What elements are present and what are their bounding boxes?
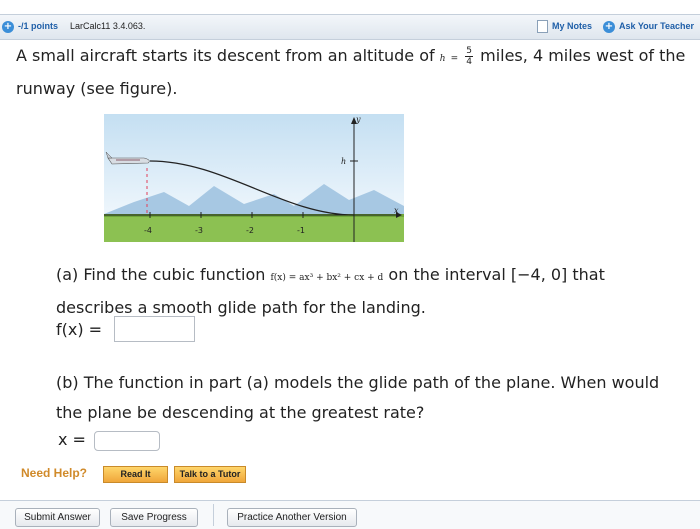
h-label: h [341,157,346,166]
tick-label-neg3: -3 [195,226,203,235]
practice-another-version-button[interactable]: Practice Another Version [227,508,357,527]
submit-answer-button[interactable]: Submit Answer [15,508,100,527]
part-b-answer-input[interactable] [94,431,160,451]
my-notes-link[interactable]: My Notes [552,21,592,31]
expand-plus-icon[interactable]: + [2,21,14,33]
intro-text-before: A small aircraft starts its descent from… [16,46,435,65]
fraction-denominator: 4 [466,57,473,67]
part-a-answer-label: f(x) = [56,320,103,339]
part-b-prompt: (b) The function in part (a) models the … [56,373,660,422]
problem-id: LarCalc11 3.4.063. [70,21,146,31]
save-progress-button[interactable]: Save Progress [110,508,198,527]
need-help-label: Need Help? [21,466,88,480]
h-variable: h [439,54,446,64]
talk-to-tutor-button[interactable]: Talk to a Tutor [174,466,246,483]
figure-svg: x y h -4 -3 -2 -1 [104,114,404,242]
y-axis-label: y [355,115,361,124]
tick-label-neg2: -2 [246,226,254,235]
x-axis-label: x [394,206,399,215]
part-a-prompt: (a) Find the cubic function f(x) = ax³ +… [56,260,686,323]
glide-path-figure: x y h -4 -3 -2 -1 [104,114,404,254]
fraction-numerator: 5 [465,46,474,57]
tick-label-neg4: -4 [144,226,152,235]
ask-teacher-plus-icon[interactable]: + [603,21,615,33]
points-label: -/1 points [18,21,58,31]
part-b-answer-label: x = [58,430,86,449]
tick-label-neg1: -1 [297,226,305,235]
cubic-function-expression: f(x) = ax³ + bx² + cx + d [270,273,384,283]
read-it-button[interactable]: Read It [103,466,168,483]
altitude-fraction: 5 4 [465,46,474,67]
footer-divider [213,504,214,526]
ask-teacher-link[interactable]: Ask Your Teacher [619,21,694,31]
equals-sign: = [450,54,459,64]
part-a-answer-input[interactable] [114,316,195,342]
problem-intro: A small aircraft starts its descent from… [16,41,692,104]
question-header: + -/1 points LarCalc11 3.4.063. My Notes… [0,14,700,40]
part-a-text-before: (a) Find the cubic function [56,265,266,284]
notes-checkbox-icon[interactable] [537,20,548,33]
